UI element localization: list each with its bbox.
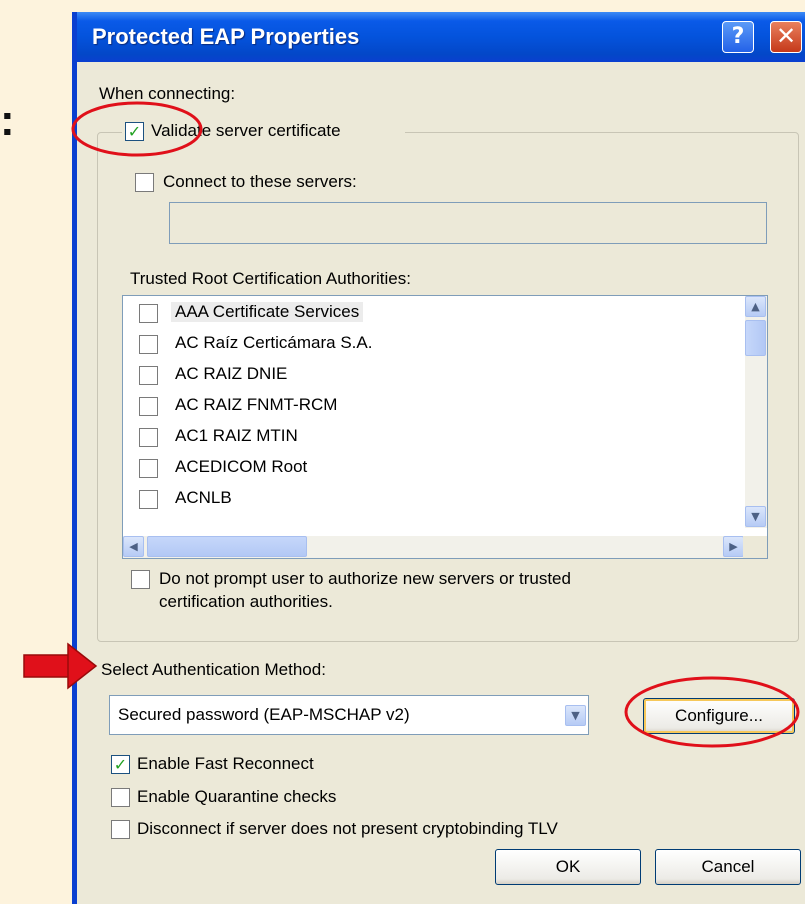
connect-to-servers-label: Connect to these servers: — [163, 172, 357, 191]
cancel-button[interactable]: Cancel — [655, 849, 801, 885]
ca-checkbox[interactable] — [139, 428, 158, 447]
list-item[interactable]: AC1 RAIZ MTIN — [123, 422, 733, 453]
trusted-root-ca-list[interactable]: AAA Certificate Services AC Raíz Certicá… — [122, 295, 768, 559]
chevron-down-icon[interactable]: ▼ — [565, 705, 586, 726]
ca-label: AC Raíz Certicámara S.A. — [175, 333, 373, 352]
configure-button[interactable]: Configure... — [643, 698, 795, 734]
help-icon[interactable]: ? — [722, 21, 754, 53]
side-colon-text: : — [0, 96, 15, 145]
scroll-right-icon[interactable]: ▶ — [723, 536, 744, 557]
list-item[interactable]: AAA Certificate Services — [123, 298, 733, 329]
protected-eap-properties-dialog: Protected EAP Properties ? ✕ When connec… — [72, 12, 805, 904]
list-item[interactable]: ACNLB — [123, 484, 733, 515]
list-item[interactable]: AC RAIZ FNMT-RCM — [123, 391, 733, 422]
horizontal-scroll-thumb[interactable] — [147, 536, 307, 557]
list-item[interactable]: AC RAIZ DNIE — [123, 360, 733, 391]
enable-fast-reconnect-label: Enable Fast Reconnect — [137, 754, 314, 773]
vertical-scroll-thumb[interactable] — [745, 320, 766, 356]
auth-method-value: Secured password (EAP-MSCHAP v2) — [118, 705, 410, 724]
list-item[interactable]: ACEDICOM Root — [123, 453, 733, 484]
enable-quarantine-checks-label: Enable Quarantine checks — [137, 787, 337, 806]
list-item[interactable]: AC Raíz Certicámara S.A. — [123, 329, 733, 360]
disconnect-cryptobinding-checkbox[interactable] — [111, 820, 130, 839]
disconnect-cryptobinding-label: Disconnect if server does not present cr… — [137, 819, 558, 838]
validate-server-certificate-checkbox[interactable]: ✓ — [125, 122, 144, 141]
ca-label: AC1 RAIZ MTIN — [175, 426, 298, 445]
enable-quarantine-checks-checkbox[interactable] — [111, 788, 130, 807]
ca-label: AC RAIZ DNIE — [175, 364, 288, 383]
servers-input[interactable] — [169, 202, 767, 244]
enable-fast-reconnect-checkbox[interactable]: ✓ — [111, 755, 130, 774]
ca-checkbox[interactable] — [139, 335, 158, 354]
ok-button[interactable]: OK — [495, 849, 641, 885]
select-auth-method-label: Select Authentication Method: — [101, 660, 326, 679]
ca-checkbox[interactable] — [139, 397, 158, 416]
dialog-title: Protected EAP Properties — [92, 24, 360, 49]
scroll-left-icon[interactable]: ◀ — [123, 536, 144, 557]
do-not-prompt-label-line1: Do not prompt user to authorize new serv… — [159, 569, 571, 588]
auth-method-select[interactable]: Secured password (EAP-MSCHAP v2) ▼ — [109, 695, 589, 735]
scroll-down-icon[interactable]: ▼ — [745, 506, 766, 527]
when-connecting-label: When connecting: — [99, 84, 236, 103]
close-icon[interactable]: ✕ — [770, 21, 802, 53]
ca-checkbox[interactable] — [139, 490, 158, 509]
do-not-prompt-label-line2: certification authorities. — [159, 592, 333, 611]
ca-label: ACEDICOM Root — [175, 457, 308, 476]
connect-to-servers-checkbox[interactable] — [135, 173, 154, 192]
horizontal-scrollbar[interactable]: ◀ ▶ — [123, 536, 745, 558]
validate-server-certificate-label: Validate server certificate — [151, 121, 341, 140]
scroll-up-icon[interactable]: ▲ — [745, 296, 766, 317]
title-bar: Protected EAP Properties ? ✕ — [77, 12, 805, 62]
ca-label: AC RAIZ FNMT-RCM — [175, 395, 338, 414]
ca-checkbox[interactable] — [139, 304, 158, 323]
vertical-scrollbar[interactable]: ▲ ▼ — [745, 296, 767, 528]
ca-label: AAA Certificate Services — [171, 302, 364, 322]
ca-checkbox[interactable] — [139, 459, 158, 478]
do-not-prompt-checkbox[interactable] — [131, 570, 150, 589]
trusted-root-ca-label: Trusted Root Certification Authorities: — [130, 269, 411, 288]
ca-label: ACNLB — [175, 488, 232, 507]
ca-checkbox[interactable] — [139, 366, 158, 385]
